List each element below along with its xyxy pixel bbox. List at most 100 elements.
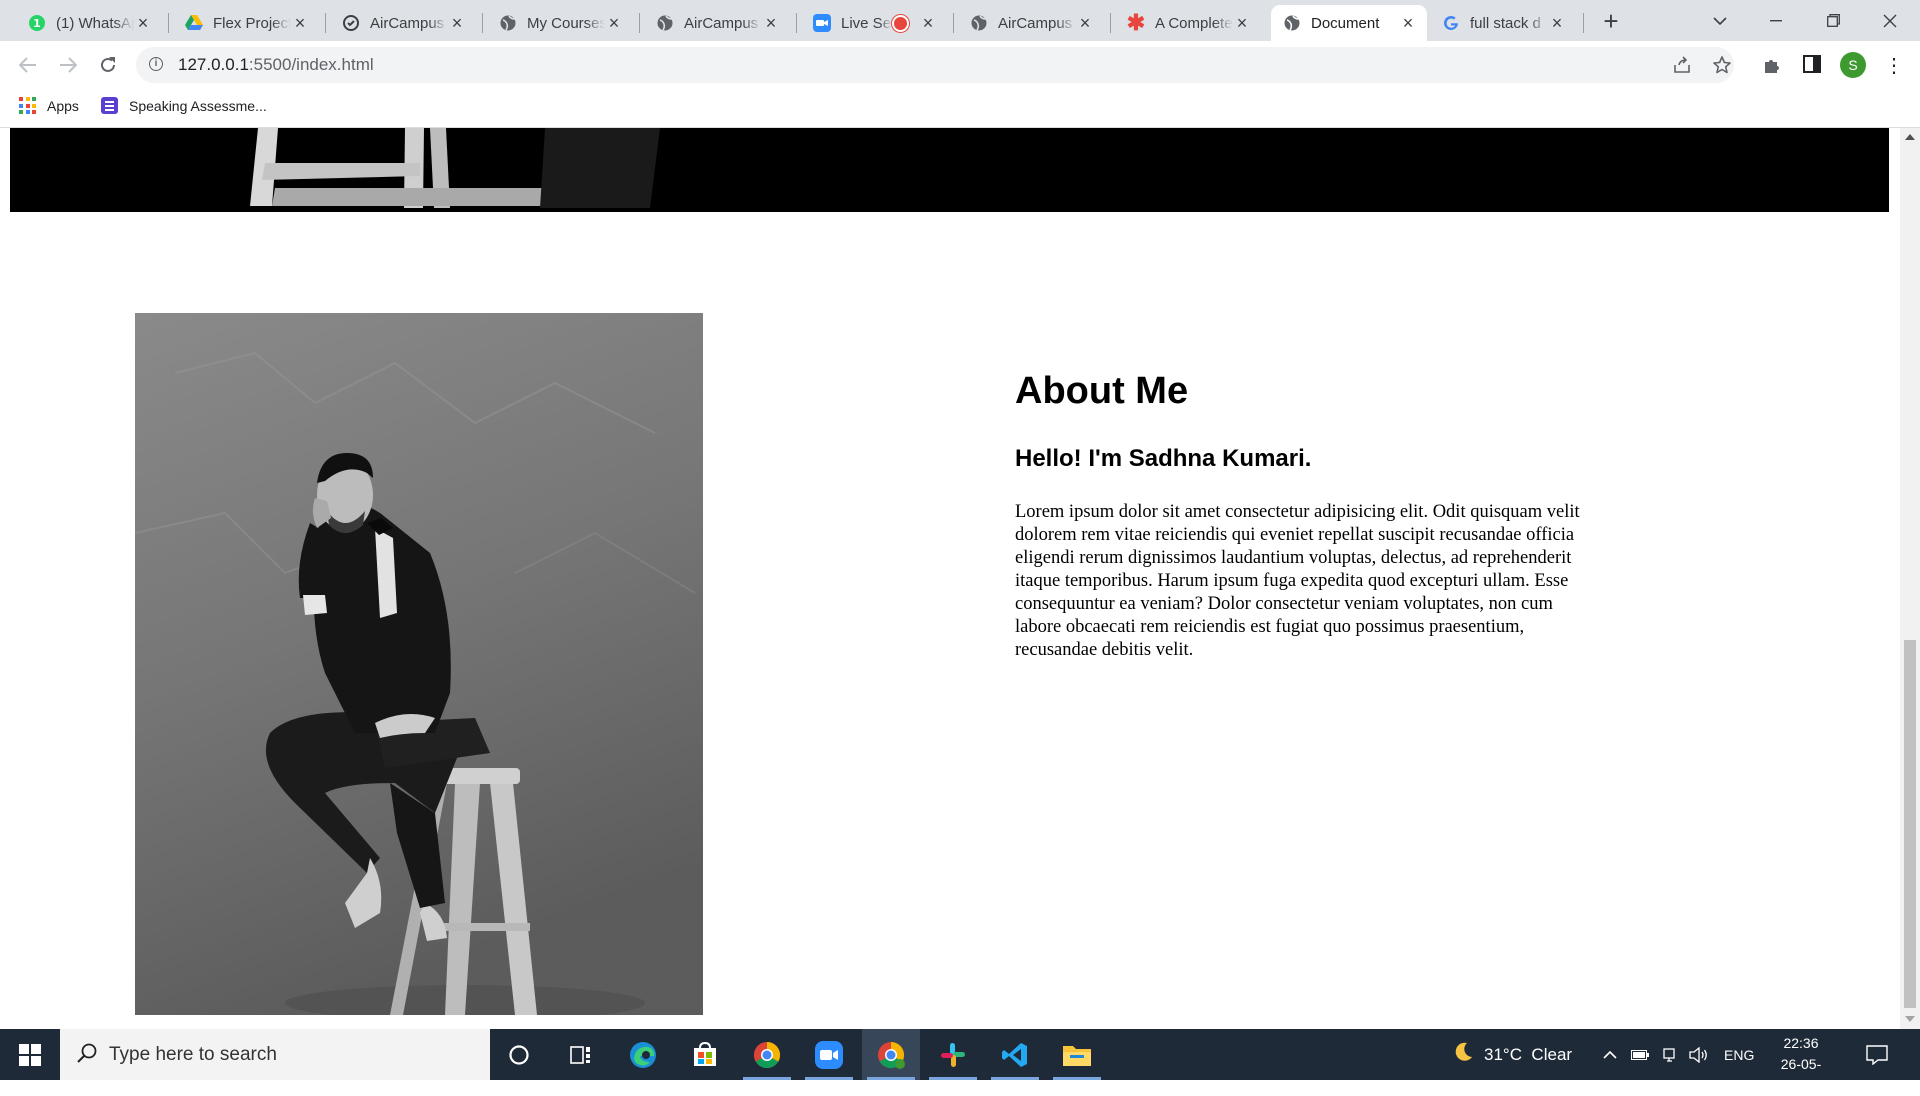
about-section: About Me Hello! I'm Sadhna Kumari. Lorem…	[1015, 370, 1585, 662]
bookmark-label: Speaking Assessme...	[129, 97, 267, 114]
taskbar-search-box[interactable]: Type here to search	[60, 1029, 490, 1080]
bookmark-star-icon[interactable]	[1711, 55, 1733, 75]
tab-close-icon[interactable]: ×	[605, 14, 623, 32]
page-viewport: About Me Hello! I'm Sadhna Kumari. Lorem…	[0, 128, 1900, 1029]
tab-aircampus-1[interactable]: AirCampus ×	[330, 5, 476, 41]
tab-close-icon[interactable]: ×	[448, 14, 466, 32]
tab-flex-project[interactable]: Flex Project ×	[173, 5, 319, 41]
scrollbar-thumb[interactable]	[1904, 640, 1916, 1008]
notifications-icon[interactable]	[1866, 1029, 1888, 1080]
asterisk-icon: ✱	[1126, 10, 1146, 35]
tab-document[interactable]: Document ×	[1271, 5, 1427, 41]
google-drive-icon	[185, 14, 203, 32]
browser-tab-strip: 1 (1) WhatsApp × Flex Project × AirCampu…	[0, 0, 1920, 41]
new-tab-button[interactable]: +	[1597, 8, 1625, 36]
browser-menu-icon[interactable]: ⋮	[1883, 55, 1905, 77]
moon-icon	[1452, 1041, 1474, 1068]
windows-start-button[interactable]	[0, 1029, 60, 1080]
tab-live-session[interactable]: Live Session ×	[801, 5, 947, 41]
tab-close-icon[interactable]: ×	[1076, 14, 1094, 32]
windows-logo-icon	[19, 1043, 41, 1066]
url-host: 127.0.0.1	[178, 55, 249, 74]
tab-separator	[796, 13, 797, 33]
extensions-puzzle-icon[interactable]	[1761, 55, 1783, 77]
url-path: :5500/index.html	[248, 55, 374, 74]
task-view-icon[interactable]	[552, 1029, 610, 1080]
about-heading: About Me	[1015, 370, 1189, 412]
system-clock[interactable]: 22:36 26-05-2022	[1766, 1033, 1836, 1096]
tab-close-icon[interactable]: ×	[134, 14, 152, 32]
clock-date: 26-05-2022	[1780, 1056, 1822, 1093]
tab-whatsapp[interactable]: 1 (1) WhatsApp ×	[16, 5, 162, 41]
tab-title: My Courses	[527, 14, 605, 32]
apps-grid-icon	[19, 97, 36, 114]
tab-close-icon[interactable]: ×	[1233, 14, 1251, 32]
search-placeholder: Type here to search	[109, 1044, 277, 1065]
network-icon[interactable]	[1662, 1029, 1678, 1080]
globe-icon	[499, 14, 517, 32]
bookmark-speaking-assessment[interactable]: Speaking Assessme...	[101, 97, 267, 114]
tab-close-icon[interactable]: ×	[1548, 14, 1566, 32]
tab-separator	[325, 13, 326, 33]
scroll-up-arrow-icon[interactable]	[1905, 134, 1915, 140]
weather-widget[interactable]: 31°C Clear	[1452, 1029, 1572, 1080]
tab-search-chevron-icon[interactable]	[1692, 0, 1748, 41]
back-button[interactable]	[12, 49, 44, 81]
tab-title: (1) WhatsApp	[56, 14, 134, 32]
show-hidden-icons-chevron-icon[interactable]	[1603, 1029, 1617, 1080]
site-info-icon[interactable]: i	[149, 57, 163, 71]
tab-aircampus-3[interactable]: AirCampus ×	[958, 5, 1104, 41]
bookmark-label: Apps	[47, 97, 79, 114]
url-text[interactable]: 127.0.0.1:5500/index.html	[178, 55, 374, 75]
tab-separator	[1583, 13, 1584, 33]
reload-button[interactable]	[92, 49, 124, 81]
tab-close-icon[interactable]: ×	[762, 14, 780, 32]
tab-full-stack[interactable]: full stack d ×	[1430, 5, 1576, 41]
tab-title: full stack d	[1470, 14, 1541, 32]
language-indicator[interactable]: ENG	[1724, 1029, 1754, 1080]
tab-title: AirCampus	[684, 14, 759, 32]
tab-separator	[168, 13, 169, 33]
restore-button[interactable]	[1805, 0, 1861, 41]
zoom-app-icon[interactable]	[800, 1029, 858, 1080]
tab-close-icon[interactable]: ×	[1399, 14, 1417, 32]
battery-icon[interactable]	[1631, 1029, 1649, 1080]
tab-close-icon[interactable]: ×	[919, 14, 937, 32]
profile-avatar[interactable]: S	[1840, 52, 1866, 78]
windows-taskbar: Type here to search 31°C Clear ENG 22:36…	[0, 1029, 1920, 1093]
tab-title: A Complete	[1155, 14, 1233, 32]
bio-paragraph: Lorem ipsum dolor sit amet consectetur a…	[1015, 502, 1580, 660]
scroll-down-arrow-icon[interactable]	[1905, 1016, 1915, 1022]
bookmark-apps[interactable]: Apps	[19, 97, 79, 114]
tab-my-courses[interactable]: My Courses ×	[487, 5, 633, 41]
chrome-profile-icon[interactable]	[862, 1029, 920, 1080]
microsoft-store-icon[interactable]	[676, 1029, 734, 1080]
tab-separator	[953, 13, 954, 33]
list-form-icon	[101, 97, 118, 114]
tab-a-complete[interactable]: ✱ A Complete ×	[1115, 5, 1261, 41]
bookmarks-bar: Apps Speaking Assessme...	[0, 90, 1920, 128]
edge-browser-icon[interactable]	[614, 1029, 672, 1080]
tab-close-icon[interactable]: ×	[291, 14, 309, 32]
globe-icon	[1283, 14, 1301, 32]
minimize-button[interactable]	[1748, 0, 1804, 41]
browser-toolbar: i 127.0.0.1:5500/index.html S ⋮	[0, 41, 1920, 90]
slack-icon[interactable]	[924, 1029, 982, 1080]
side-panel-icon[interactable]	[1801, 55, 1823, 77]
tab-title: Live Session	[841, 14, 892, 32]
file-explorer-icon[interactable]	[1048, 1029, 1106, 1080]
close-window-button[interactable]	[1862, 0, 1918, 41]
chrome-icon[interactable]	[738, 1029, 796, 1080]
vscode-icon[interactable]	[986, 1029, 1044, 1080]
tab-aircampus-2[interactable]: AirCampus ×	[644, 5, 790, 41]
cortana-icon[interactable]	[490, 1029, 548, 1080]
volume-icon[interactable]	[1689, 1029, 1709, 1080]
svg-text:1: 1	[33, 17, 41, 30]
google-icon	[1442, 14, 1460, 32]
page-scrollbar[interactable]	[1900, 128, 1920, 1029]
address-bar[interactable]: i 127.0.0.1:5500/index.html	[136, 47, 1734, 83]
share-icon[interactable]	[1671, 55, 1693, 75]
zoom-icon	[813, 14, 831, 32]
tab-separator	[639, 13, 640, 33]
forward-button[interactable]	[52, 49, 84, 81]
